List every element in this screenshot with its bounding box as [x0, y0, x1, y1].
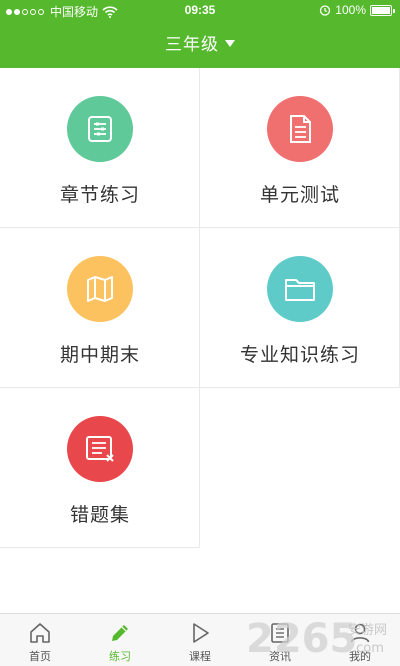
document-icon	[290, 115, 311, 143]
menu-icon-circle	[67, 416, 133, 482]
menu-item-label: 章节练习	[59, 185, 140, 206]
watermark-brand: 2265	[246, 616, 357, 662]
alarm-icon	[320, 5, 331, 16]
tab-practice[interactable]: 练习	[80, 614, 160, 666]
status-right: 100%	[319, 3, 395, 17]
map-icon	[87, 276, 113, 302]
grade-label: 三年级	[165, 35, 219, 54]
menu-icon-circle	[267, 256, 333, 322]
home-icon	[30, 623, 50, 643]
menu-item-wrong-questions[interactable]: 错题集	[0, 388, 200, 548]
battery-percent: 100%	[335, 3, 366, 17]
menu-item-professional-practice[interactable]: 专业知识练习	[200, 228, 400, 388]
folder-icon	[285, 279, 315, 301]
menu-icon-circle	[67, 256, 133, 322]
menu-icon-circle	[67, 96, 133, 162]
tab-home[interactable]: 首页	[0, 614, 80, 666]
menu-item-label: 期中期末	[59, 345, 140, 366]
list-icon	[88, 116, 112, 142]
watermark-site: 安游网	[348, 623, 387, 638]
watermark-domain: .com	[352, 641, 384, 656]
tab-label: 首页	[29, 651, 51, 663]
tab-label: 课程	[189, 651, 211, 663]
status-bar: 中国移动 09:35 100%	[0, 0, 400, 22]
play-icon	[193, 623, 209, 643]
menu-item-chapter-practice[interactable]: 章节练习	[0, 68, 200, 228]
grade-selector[interactable]: 三年级	[0, 30, 400, 55]
menu-item-label: 单元测试	[259, 185, 340, 206]
menu-icon-circle	[267, 96, 333, 162]
tab-courses[interactable]: 课程	[160, 614, 240, 666]
chevron-down-icon	[225, 40, 235, 48]
app-header: 中国移动 09:35 100% 三年级	[0, 0, 400, 68]
tab-label: 练习	[109, 651, 131, 663]
error-notes-icon	[86, 436, 114, 462]
pencil-icon	[112, 625, 128, 641]
battery-icon	[370, 4, 395, 16]
menu-item-unit-test[interactable]: 单元测试	[200, 68, 400, 228]
menu-item-label: 错题集	[69, 505, 130, 526]
menu-item-label: 专业知识练习	[239, 345, 360, 366]
menu-item-midterm-final[interactable]: 期中期末	[0, 228, 200, 388]
site-watermark-logo: 2265 安游网 .com	[246, 616, 387, 662]
